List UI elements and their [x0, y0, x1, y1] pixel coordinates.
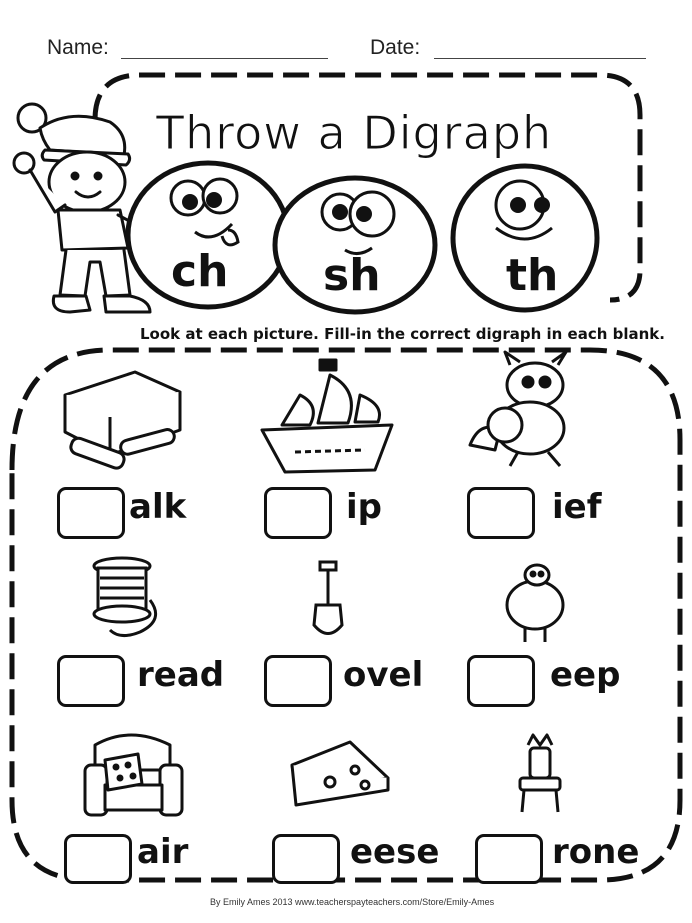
sheep-picture: [505, 563, 565, 642]
instructions: Look at each picture. Fill-in the correc…: [140, 325, 665, 343]
books-picture: [63, 370, 182, 470]
answer-box-9[interactable]: [475, 834, 543, 884]
answer-box-1[interactable]: [57, 487, 125, 539]
word-ending-8: eese: [350, 832, 440, 872]
armchair-picture: [83, 733, 184, 817]
answer-box-7[interactable]: [64, 834, 132, 884]
shovel-picture: [312, 560, 344, 635]
word-ending-1: alk: [129, 487, 187, 527]
word-ending-4: read: [137, 655, 225, 695]
word-ending-5: ovel: [343, 655, 424, 695]
answer-box-8[interactable]: [272, 834, 340, 884]
throne-picture: [518, 733, 562, 813]
digraph-ch: ch: [171, 246, 229, 297]
thread-picture: [92, 556, 158, 637]
worksheet-title: Throw a Digraph: [155, 106, 553, 161]
answer-box-3[interactable]: [467, 487, 535, 539]
word-ending-9: rone: [552, 832, 640, 872]
answer-box-6[interactable]: [467, 655, 535, 707]
author-credit: By Emily Ames 2013 www.teacherspayteache…: [210, 897, 495, 907]
answer-box-4[interactable]: [57, 655, 125, 707]
word-ending-6: eep: [550, 655, 621, 695]
answer-box-2[interactable]: [264, 487, 332, 539]
word-ending-3: ief: [552, 487, 602, 527]
cheese-picture: [290, 740, 390, 807]
word-ending-7: air: [137, 832, 189, 872]
word-ending-2: ip: [346, 487, 382, 527]
digraph-th: th: [506, 250, 559, 301]
answer-box-5[interactable]: [264, 655, 332, 707]
ship-picture: [260, 358, 394, 474]
digraph-sh: sh: [323, 250, 381, 301]
raccoon-picture: [468, 350, 568, 467]
